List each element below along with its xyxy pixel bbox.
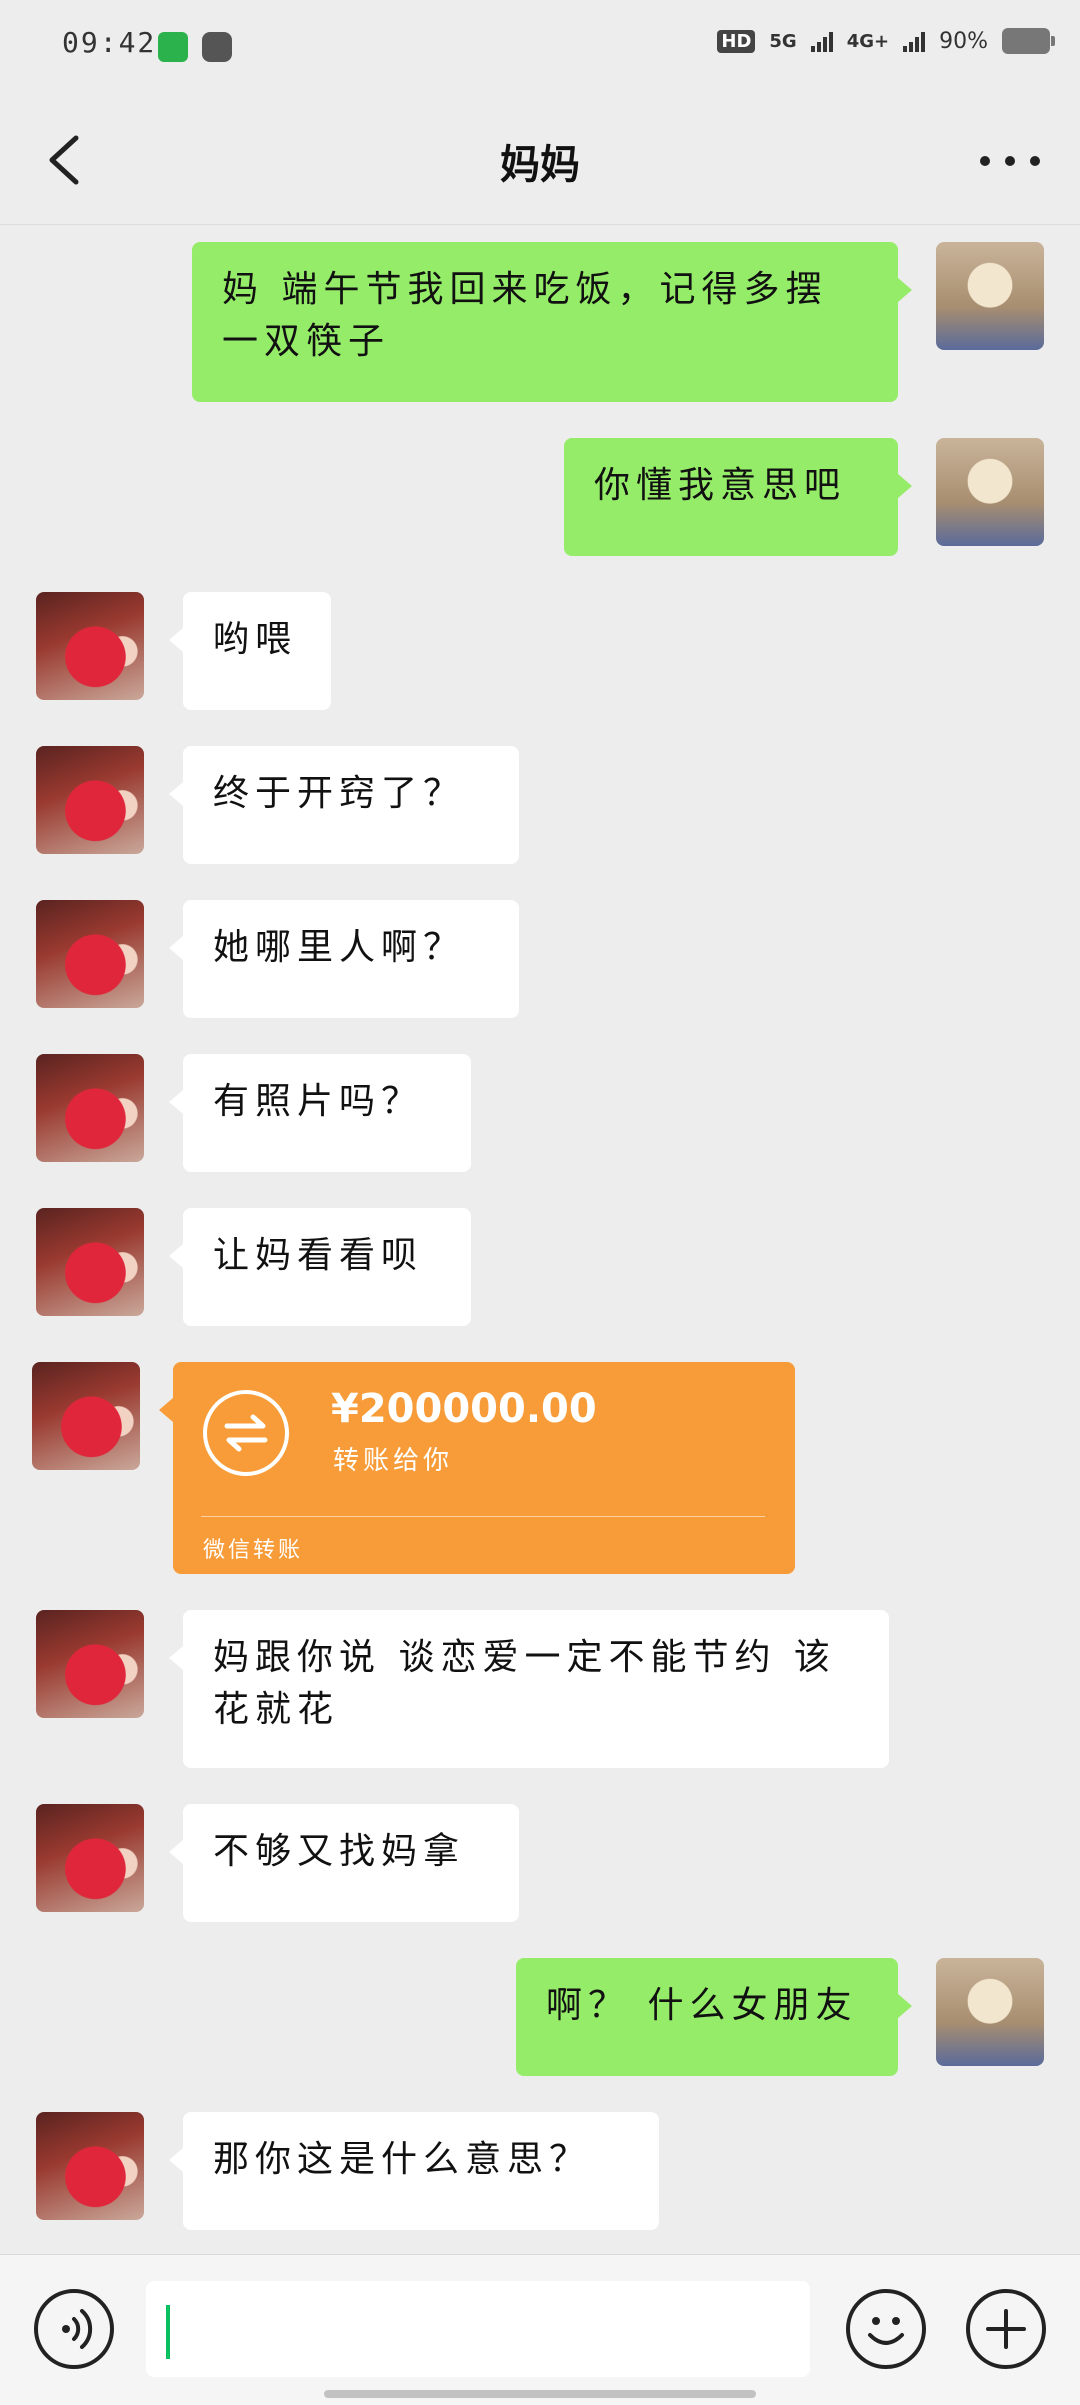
sim2-signal-icon xyxy=(903,30,926,52)
voice-button[interactable] xyxy=(34,2289,114,2369)
transfer-arrows-svg xyxy=(224,1414,268,1452)
message-bubble-incoming[interactable]: 妈跟你说 谈恋爱一定不能节约 该花就花 xyxy=(169,1610,889,1768)
message-bubble-incoming[interactable]: 不够又找妈拿 xyxy=(169,1804,519,1922)
message-bubble-incoming[interactable]: 有照片吗？ xyxy=(169,1054,471,1172)
my-avatar[interactable] xyxy=(936,438,1044,546)
message-bubble-outgoing[interactable]: 你懂我意思吧 xyxy=(564,438,912,556)
more-dot xyxy=(1005,156,1015,166)
status-time: 09:42 xyxy=(62,26,157,59)
sim1-network-label: 5G xyxy=(769,30,797,52)
input-bar xyxy=(0,2254,1080,2405)
mom-avatar[interactable] xyxy=(36,1208,144,1316)
more-functions-button[interactable] xyxy=(966,2289,1046,2369)
home-indicator[interactable] xyxy=(324,2390,756,2398)
message-bubble-outgoing[interactable]: 啊？ 什么女朋友 xyxy=(516,1958,912,2076)
sim1-signal-icon xyxy=(810,30,833,52)
transfer-footer: 微信转账 xyxy=(203,1538,304,1563)
battery-icon xyxy=(1002,28,1055,54)
transfer-note: 转账给你 xyxy=(333,1446,454,1476)
text-caret xyxy=(166,2305,170,2359)
mom-avatar[interactable] xyxy=(36,900,144,1008)
app-notification-icon xyxy=(158,32,188,62)
mom-avatar[interactable] xyxy=(36,1804,144,1912)
more-dots-icon xyxy=(980,156,990,166)
transfer-arrows-icon xyxy=(203,1390,289,1476)
mom-avatar[interactable] xyxy=(36,2112,144,2220)
more-dot xyxy=(1030,156,1040,166)
hd-voice-badge: HD xyxy=(717,29,756,53)
more-button[interactable] xyxy=(980,146,1040,176)
sim2-network-label: 4G+ xyxy=(846,30,890,52)
mom-avatar[interactable] xyxy=(36,592,144,700)
message-input[interactable] xyxy=(146,2281,810,2377)
mom-avatar[interactable] xyxy=(36,1610,144,1718)
transfer-card[interactable]: ¥200000.00 转账给你 微信转账 xyxy=(159,1362,795,1574)
my-avatar[interactable] xyxy=(936,1958,1044,2066)
chat-header: 妈妈 xyxy=(0,96,1080,225)
message-bubble-incoming[interactable]: 哟喂 xyxy=(169,592,331,710)
transfer-divider xyxy=(201,1516,765,1517)
transfer-amount: ¥200000.00 xyxy=(331,1386,597,1432)
mom-avatar[interactable] xyxy=(32,1362,140,1470)
plus-icon xyxy=(986,2309,1026,2349)
message-bubble-incoming[interactable]: 让妈看看呗 xyxy=(169,1208,471,1326)
mom-avatar[interactable] xyxy=(36,1054,144,1162)
status-bar: 09:42 HD 5G 4G+ 90% xyxy=(0,0,1080,96)
message-bubble-incoming[interactable]: 终于开窍了？ xyxy=(169,746,519,864)
message-bubble-incoming[interactable]: 她哪里人啊？ xyxy=(169,900,519,1018)
my-avatar[interactable] xyxy=(936,242,1044,350)
emoji-icon xyxy=(868,2317,904,2345)
media-notification-icon xyxy=(202,32,232,62)
battery-percent: 90% xyxy=(939,28,988,54)
status-indicators: HD 5G 4G+ 90% xyxy=(717,28,1055,54)
emoji-button[interactable] xyxy=(846,2289,926,2369)
chat-title: 妈妈 xyxy=(500,142,580,188)
voice-icon xyxy=(62,2309,93,2349)
message-bubble-outgoing[interactable]: 妈 端午节我回来吃饭，记得多摆一双筷子 xyxy=(192,242,912,402)
message-bubble-incoming[interactable]: 那你这是什么意思？ xyxy=(169,2112,659,2230)
mom-avatar[interactable] xyxy=(36,746,144,854)
